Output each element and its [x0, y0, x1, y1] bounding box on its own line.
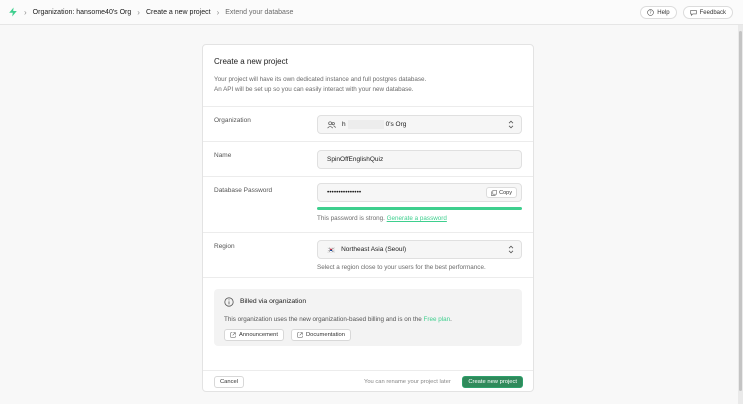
help-button[interactable]: ? Help	[640, 6, 677, 19]
organization-value-prefix: h	[342, 121, 346, 128]
supabase-logo-icon[interactable]	[8, 7, 18, 17]
card-header: Create a new project Your project will h…	[203, 45, 533, 107]
region-row: Region 🇰🇷 Northeast Asia (Seoul) Select …	[203, 233, 533, 278]
breadcrumb-organization[interactable]: Organization: hansome40's Org	[33, 9, 132, 16]
billing-text: This organization uses the new organizat…	[224, 316, 422, 323]
message-icon	[690, 10, 697, 16]
page-title: Create a new project	[214, 57, 288, 66]
free-plan-link[interactable]: Free plan	[424, 316, 451, 323]
region-value: Northeast Asia (Seoul)	[341, 246, 407, 253]
name-row: Name SpinOffEnglishQuiz	[203, 142, 533, 177]
password-label: Database Password	[214, 187, 273, 194]
info-icon	[224, 297, 234, 307]
cancel-button[interactable]: Cancel	[214, 376, 245, 388]
billing-info-box: Billed via organization This organizatio…	[214, 289, 522, 346]
documentation-button[interactable]: Documentation	[291, 329, 351, 341]
database-password-input[interactable]: ••••••••••••••• Copy	[317, 183, 522, 202]
copy-icon	[491, 189, 497, 196]
billing-description: This organization uses the new organizat…	[224, 316, 452, 323]
organization-label: Organization	[214, 117, 251, 124]
create-project-button[interactable]: Create new project	[462, 376, 523, 388]
svg-text:?: ?	[650, 10, 652, 15]
korea-flag-icon: 🇰🇷	[327, 246, 336, 254]
password-strength-text: This password is strong. Generate a pass…	[317, 215, 447, 222]
organization-value-suffix: 0's Org	[385, 121, 407, 128]
documentation-label: Documentation	[306, 332, 345, 338]
billing-title: Billed via organization	[240, 298, 307, 305]
help-label: Help	[657, 9, 670, 16]
chevron-up-down-icon	[508, 245, 514, 254]
strength-message: This password is strong.	[317, 215, 385, 222]
external-link-icon	[230, 332, 236, 338]
feedback-button[interactable]: Feedback	[682, 6, 733, 19]
breadcrumb-separator: ›	[216, 7, 220, 17]
external-link-icon	[297, 332, 303, 338]
create-project-card: Create a new project Your project will h…	[202, 44, 534, 392]
project-name-input[interactable]: SpinOffEnglishQuiz	[317, 150, 522, 169]
organization-select[interactable]: h 0's Org	[317, 115, 522, 134]
redacted-block	[347, 120, 384, 129]
breadcrumb-extend-database: Extend your database	[225, 8, 294, 16]
password-value: •••••••••••••••	[327, 189, 362, 196]
scrollbar-thumb[interactable]	[739, 31, 742, 391]
copy-label: Copy	[499, 189, 512, 196]
password-strength-bar	[317, 207, 522, 210]
card-footer: Cancel You can rename your project later…	[203, 370, 533, 391]
region-label: Region	[214, 243, 235, 250]
users-icon	[327, 120, 336, 128]
name-label: Name	[214, 152, 232, 159]
organization-row: Organization h 0's Org	[203, 107, 533, 142]
generate-password-link[interactable]: Generate a password	[387, 215, 447, 222]
billing-period: .	[450, 316, 452, 323]
breadcrumb-separator: ›	[24, 7, 27, 17]
announcement-button[interactable]: Announcement	[224, 329, 284, 341]
breadcrumb-create-project[interactable]: Create a new project	[146, 9, 211, 16]
copy-password-button[interactable]: Copy	[486, 187, 517, 198]
feedback-label: Feedback	[699, 9, 726, 16]
breadcrumb-separator: ›	[137, 7, 140, 17]
top-bar: › Organization: hansome40's Org › Create…	[0, 0, 743, 25]
region-select[interactable]: 🇰🇷 Northeast Asia (Seoul)	[317, 240, 522, 259]
chevron-up-down-icon	[508, 120, 514, 129]
announcement-label: Announcement	[239, 332, 278, 338]
page-scrollbar[interactable]	[738, 25, 743, 404]
password-row: Database Password ••••••••••••••• Copy T…	[203, 177, 533, 233]
rename-note: You can rename your project later	[364, 379, 451, 385]
card-description-line1: Your project will have its own dedicated…	[214, 76, 427, 83]
region-hint: Select a region close to your users for …	[317, 264, 486, 271]
card-description-line2: An API will be set up so you can easily …	[214, 86, 414, 93]
help-icon: ?	[647, 9, 655, 16]
